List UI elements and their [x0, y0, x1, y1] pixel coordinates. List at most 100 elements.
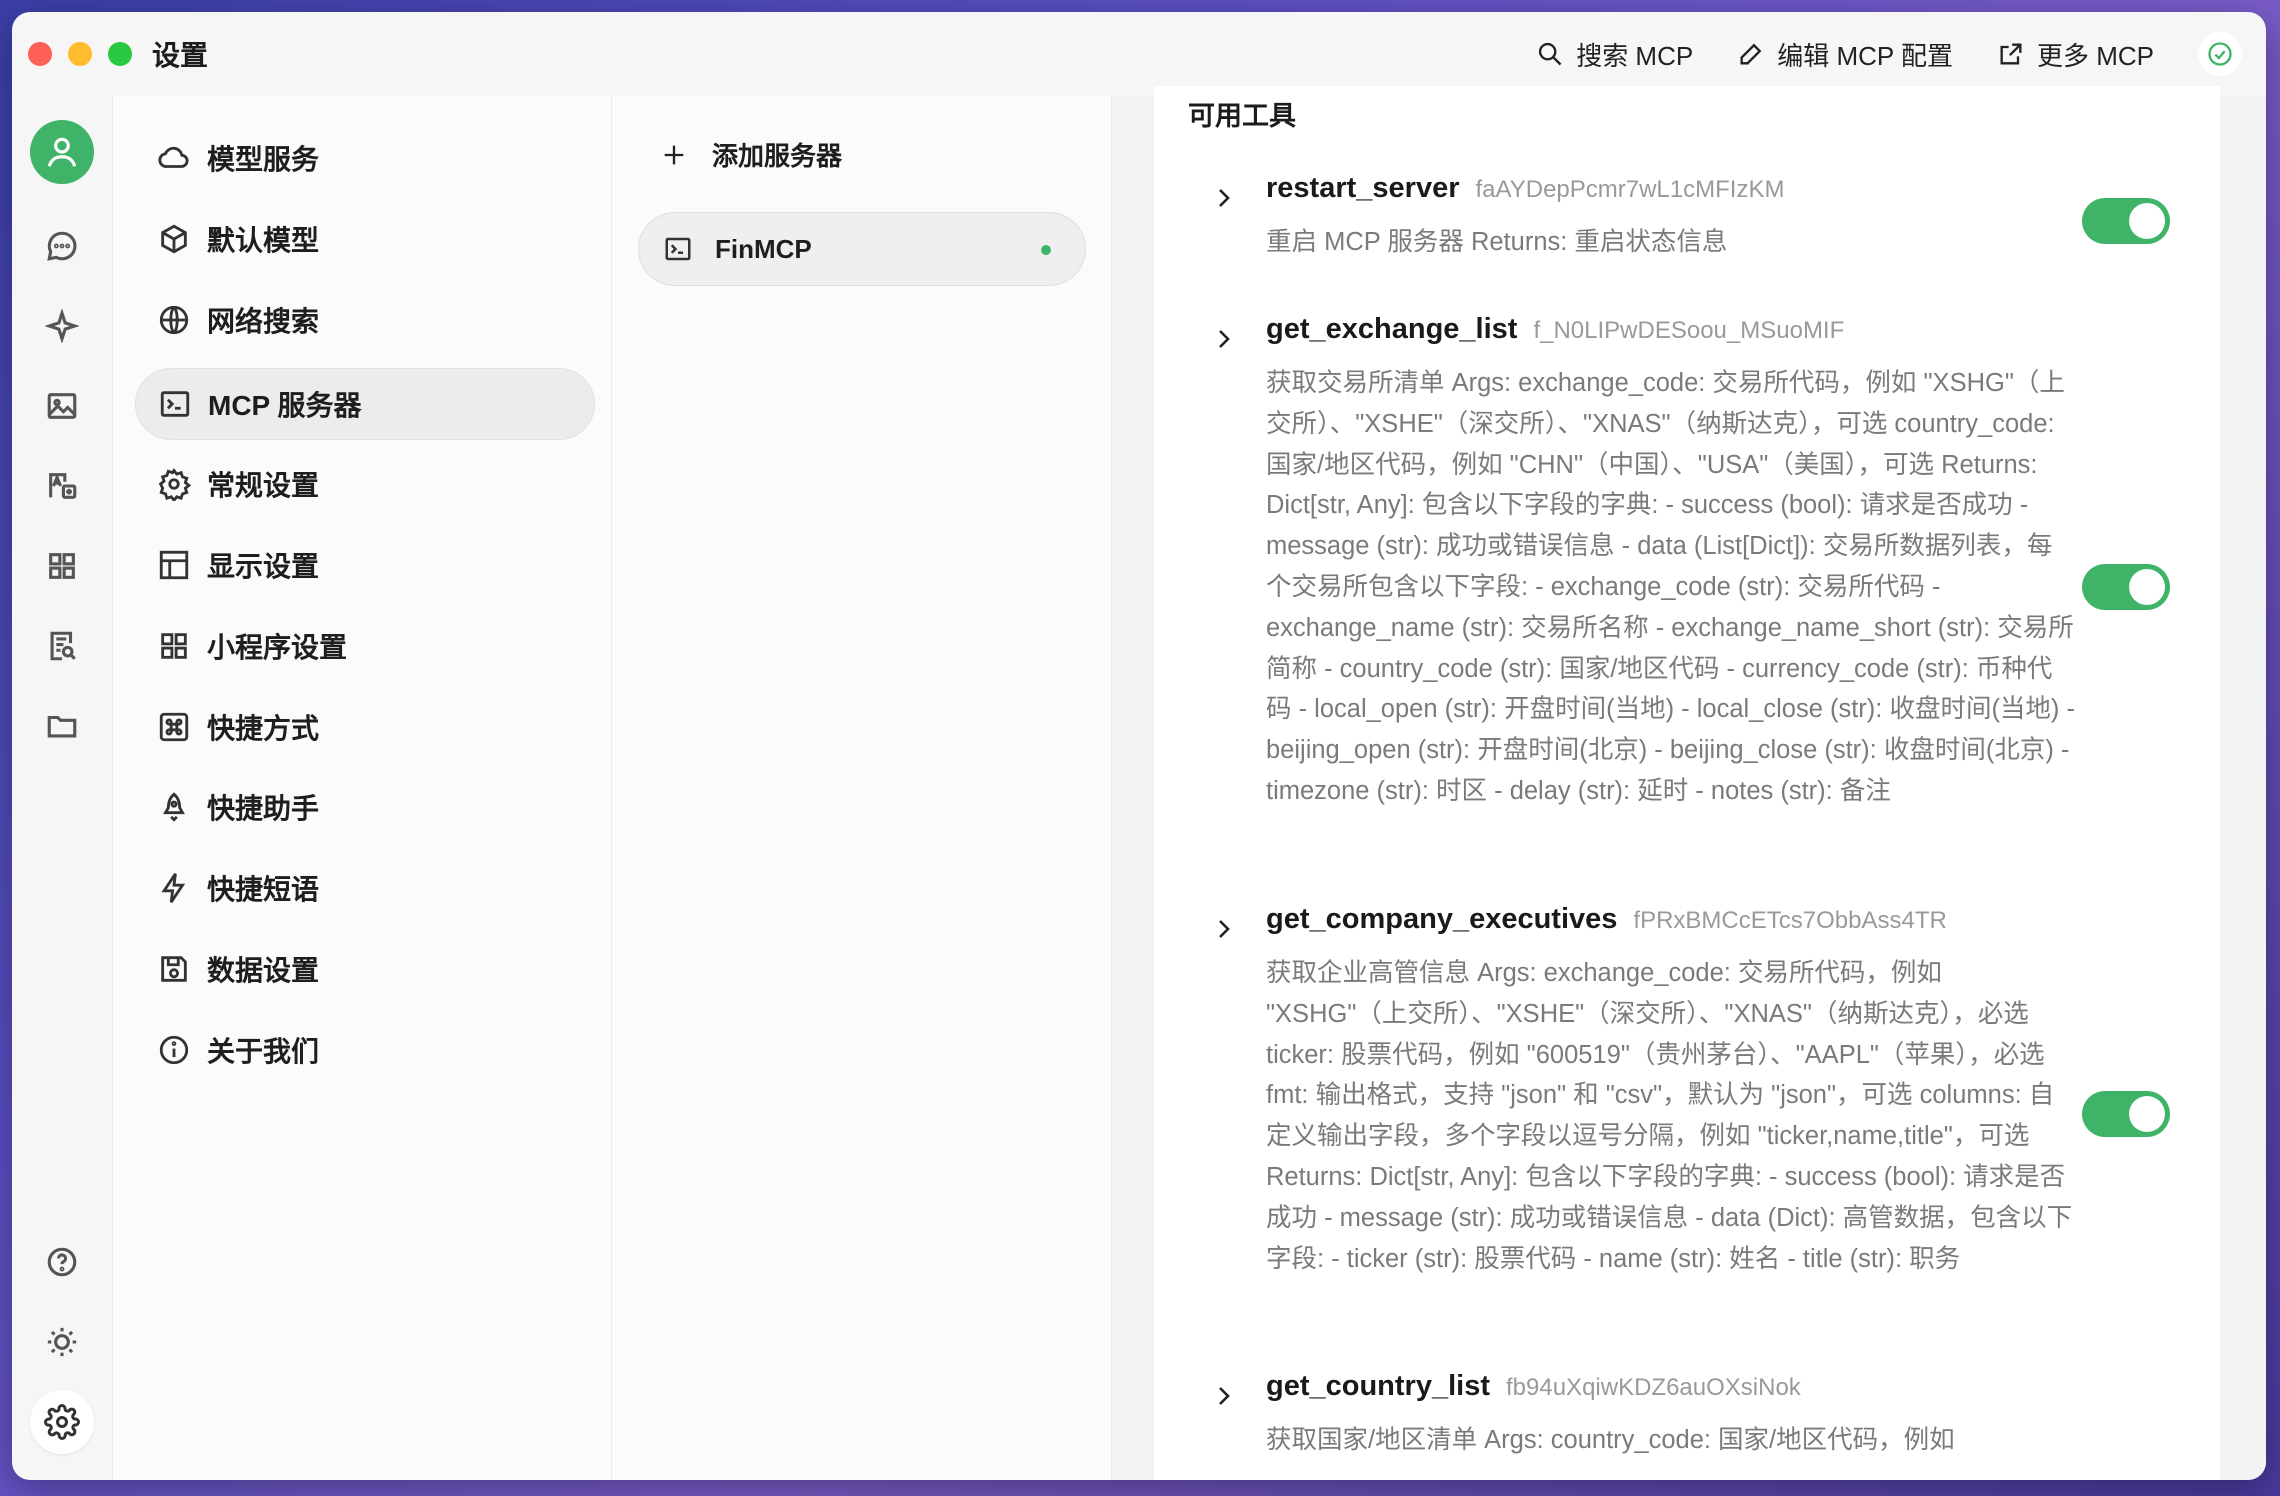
nav-item-web-search[interactable]: 网络搜索 [135, 284, 595, 356]
check-circle-icon [2208, 42, 2232, 66]
tool-description: 获取国家/地区清单 Args: country_code: 国家/地区代码，例如 [1266, 1426, 1955, 1454]
rail-chat-button[interactable] [38, 222, 86, 270]
zoom-window-button[interactable] [108, 42, 132, 66]
globe-icon [159, 305, 189, 335]
server-detail-panel: 可用工具 restart_server faAYDepPcmr7wL1cMFIz… [1112, 86, 2266, 1480]
close-window-button[interactable] [28, 42, 52, 66]
folder-icon [47, 715, 77, 738]
terminal-icon [160, 391, 190, 417]
mcp-server-list: 添加服务器 FinMCP [612, 96, 1112, 1480]
rail-help-button[interactable] [38, 1238, 86, 1286]
nav-item-quick-assistant[interactable]: 快捷助手 [135, 771, 595, 843]
tool-enable-toggle[interactable] [2082, 1091, 2170, 1137]
tool-description: 获取交易所清单 Args: exchange_code: 交易所代码，例如 "X… [1266, 369, 2076, 805]
tool-item-get-exchange-list: get_exchange_list f_N0LIPwDESoou_MSuoMIF… [1154, 313, 2220, 805]
settings-icon [44, 1404, 80, 1440]
command-icon [159, 712, 189, 742]
translate-icon [49, 473, 77, 499]
edit-icon [1740, 43, 1762, 65]
title-bar: 设置 搜索 MCP 编辑 MCP 配置 更多 MCP [12, 12, 2266, 96]
terminal-icon [665, 237, 691, 261]
chevron-right-icon[interactable] [1212, 186, 1236, 210]
layout-icon [159, 550, 189, 580]
search-mcp-label: 搜索 MCP [1576, 40, 1694, 71]
nav-item-label: 快捷短语 [207, 874, 320, 905]
apps-icon [49, 553, 75, 579]
plus-icon [664, 145, 684, 164]
tool-header[interactable]: restart_server faAYDepPcmr7wL1cMFIzKM [1266, 172, 1784, 205]
search-mcp-button[interactable]: 搜索 MCP [1536, 36, 1693, 73]
chevron-right-icon[interactable] [1212, 1384, 1236, 1408]
rail-image-button[interactable] [38, 382, 86, 430]
tool-item-get-country-list: get_country_list fb94uXqiwKDZ6auOXsiNok … [1154, 1370, 2220, 1480]
external-link-icon [2000, 43, 2022, 65]
cube-icon [161, 224, 187, 254]
nav-item-label: 显示设置 [207, 551, 320, 582]
minimize-window-button[interactable] [68, 42, 92, 66]
nav-item-label: 网络搜索 [207, 306, 320, 337]
nav-item-model-service[interactable]: 模型服务 [135, 122, 595, 194]
user-icon [47, 137, 77, 167]
tool-item-get-company-executives: get_company_executives fPRxBMCcETcs7ObbA… [1154, 903, 2220, 1343]
status-check-button[interactable] [2198, 32, 2242, 76]
nav-item-label: 快捷助手 [207, 793, 320, 824]
nav-item-general[interactable]: 常规设置 [135, 448, 595, 520]
edit-mcp-config-button[interactable]: 编辑 MCP 配置 [1737, 36, 1953, 73]
avatar[interactable] [30, 120, 94, 184]
sun-icon [47, 1327, 77, 1357]
settings-window: 设置 搜索 MCP 编辑 MCP 配置 更多 MCP 模型服务 默认模型 网络搜… [12, 12, 2266, 1480]
server-item-finmcp[interactable]: FinMCP [638, 212, 1086, 286]
tool-header[interactable]: get_company_executives fPRxBMCcETcs7ObbA… [1266, 903, 1947, 936]
rail-agents-button[interactable] [38, 302, 86, 350]
nav-item-label: 关于我们 [207, 1036, 320, 1067]
nav-item-label: MCP 服务器 [208, 390, 362, 421]
rail-knowledge-button[interactable] [38, 622, 86, 670]
nav-item-label: 小程序设置 [207, 632, 348, 663]
add-server-label: 添加服务器 [712, 141, 843, 171]
server-status-indicator [1041, 245, 1051, 255]
nav-item-about[interactable]: 关于我们 [135, 1014, 595, 1086]
more-mcp-button[interactable]: 更多 MCP [1997, 36, 2154, 73]
nav-item-label: 常规设置 [207, 470, 320, 501]
nav-item-label: 快捷方式 [207, 713, 320, 744]
nav-item-display[interactable]: 显示设置 [135, 529, 595, 601]
server-name: FinMCP [715, 233, 812, 264]
window-controls [28, 42, 132, 66]
tool-name: get_country_list [1266, 1370, 1490, 1402]
search-icon [1539, 42, 1562, 66]
nav-item-shortcuts[interactable]: 快捷方式 [135, 691, 595, 763]
rail-files-button[interactable] [38, 702, 86, 750]
tool-id: f_N0LIPwDESoou_MSuoMIF [1533, 317, 1845, 344]
nav-item-mcp-servers[interactable]: MCP 服务器 [135, 368, 595, 440]
tool-name: get_company_executives [1266, 903, 1618, 935]
tools-section-title: 可用工具 [1188, 101, 1296, 131]
tool-header[interactable]: get_country_list fb94uXqiwKDZ6auOXsiNok [1266, 1370, 1801, 1403]
rail-settings-button[interactable] [30, 1390, 94, 1454]
tool-enable-toggle[interactable] [2082, 564, 2170, 610]
tool-description: 重启 MCP 服务器 Returns: 重启状态信息 [1266, 228, 1728, 256]
add-server-button[interactable]: 添加服务器 [660, 136, 842, 173]
tool-name: restart_server [1266, 172, 1460, 204]
nav-item-label: 数据设置 [207, 955, 320, 986]
chevron-right-icon[interactable] [1212, 917, 1236, 941]
chat-icon [47, 231, 77, 261]
rocket-icon [163, 792, 185, 822]
tool-enable-toggle[interactable] [2082, 198, 2170, 244]
nav-item-label: 默认模型 [207, 225, 320, 256]
tool-description: 获取企业高管信息 Args: exchange_code: 交易所代码，例如 "… [1266, 959, 2073, 1273]
gear-icon [158, 468, 191, 501]
settings-nav: 模型服务 默认模型 网络搜索 MCP 服务器 常规设置 显示设置 小程序设置 快… [112, 96, 612, 1480]
rail-apps-button[interactable] [38, 542, 86, 590]
nav-item-mini-apps[interactable]: 小程序设置 [135, 610, 595, 682]
window-title: 设置 [152, 40, 209, 71]
info-icon [159, 1035, 189, 1065]
icon-rail [12, 96, 112, 1480]
edit-mcp-config-label: 编辑 MCP 配置 [1777, 40, 1953, 71]
tool-header[interactable]: get_exchange_list f_N0LIPwDESoou_MSuoMIF [1266, 313, 1844, 346]
rail-theme-button[interactable] [38, 1318, 86, 1366]
chevron-right-icon[interactable] [1212, 327, 1236, 351]
nav-item-quick-phrases[interactable]: 快捷短语 [135, 852, 595, 924]
nav-item-default-model[interactable]: 默认模型 [135, 203, 595, 275]
nav-item-data-settings[interactable]: 数据设置 [135, 933, 595, 1005]
rail-translate-button[interactable] [38, 462, 86, 510]
